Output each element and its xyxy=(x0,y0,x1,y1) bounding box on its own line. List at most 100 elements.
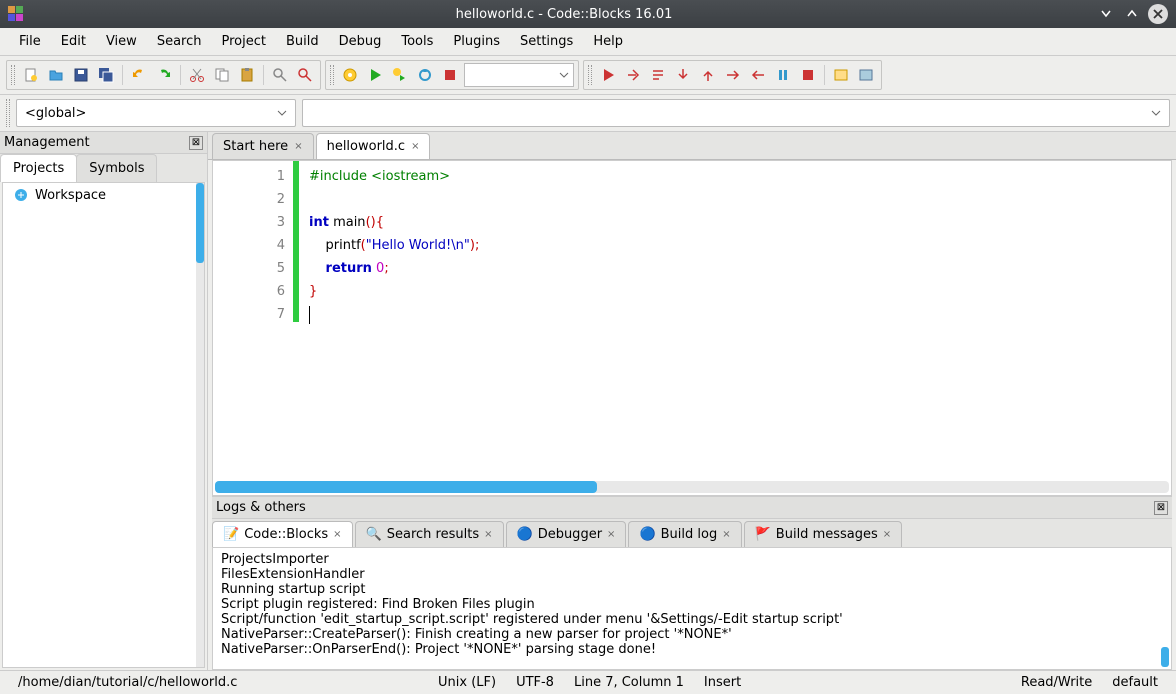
management-tabs: Projects Symbols xyxy=(0,154,207,182)
close-icon[interactable]: × xyxy=(333,529,341,540)
code-editor[interactable]: 1234567 #include <iostream>int main(){ p… xyxy=(212,160,1172,496)
editor-tab-helloworld[interactable]: helloworld.c× xyxy=(316,133,431,159)
log-line: ProjectsImporter xyxy=(221,552,1163,567)
management-close-button[interactable]: ⊠ xyxy=(189,136,203,150)
scope-dropdown-right[interactable] xyxy=(302,99,1170,127)
copy-button[interactable] xyxy=(211,64,233,86)
log-tab-codeblocks[interactable]: 📝Code::Blocks× xyxy=(212,521,353,547)
menu-plugins[interactable]: Plugins xyxy=(444,30,509,53)
toolbar-handle[interactable] xyxy=(11,65,15,85)
next-instruction-button[interactable] xyxy=(722,64,744,86)
menu-help[interactable]: Help xyxy=(584,30,632,53)
build-target-dropdown[interactable] xyxy=(464,63,574,87)
log-tab-debugger[interactable]: 🔵Debugger× xyxy=(506,521,627,547)
abort-button[interactable] xyxy=(439,64,461,86)
log-tab-build-messages[interactable]: 🚩Build messages× xyxy=(744,521,903,547)
search-icon: 🔍 xyxy=(366,527,382,542)
tree-root-workspace[interactable]: Workspace xyxy=(3,183,204,207)
toolbar-area xyxy=(0,56,1176,95)
menu-settings[interactable]: Settings xyxy=(511,30,582,53)
app-icon xyxy=(8,6,24,22)
debug-windows-button[interactable] xyxy=(830,64,852,86)
build-log-icon: 🔵 xyxy=(639,527,655,542)
menu-project[interactable]: Project xyxy=(212,30,274,53)
save-all-button[interactable] xyxy=(95,64,117,86)
close-icon[interactable]: × xyxy=(607,529,615,540)
log-content[interactable]: ProjectsImporterFilesExtensionHandlerRun… xyxy=(212,547,1172,670)
various-info-button[interactable] xyxy=(855,64,877,86)
menu-search[interactable]: Search xyxy=(148,30,211,53)
edit-icon: 📝 xyxy=(223,527,239,542)
log-line: NativeParser::OnParserEnd(): Project '*N… xyxy=(221,642,1163,657)
log-line: NativeParser::CreateParser(): Finish cre… xyxy=(221,627,1163,642)
log-line: Running startup script xyxy=(221,582,1163,597)
line-number-gutter: 1234567 xyxy=(213,161,293,479)
step-out-button[interactable] xyxy=(697,64,719,86)
toolbar-build-group xyxy=(325,60,579,90)
close-icon[interactable]: × xyxy=(883,529,891,540)
editor-area: Start here× helloworld.c× 1234567 #inclu… xyxy=(208,132,1176,670)
menu-edit[interactable]: Edit xyxy=(52,30,95,53)
editor-hscroll[interactable] xyxy=(215,481,1169,493)
toolbar-handle[interactable] xyxy=(6,99,10,127)
menu-tools[interactable]: Tools xyxy=(392,30,442,53)
menu-build[interactable]: Build xyxy=(277,30,328,53)
code-content[interactable]: #include <iostream>int main(){ printf("H… xyxy=(299,161,1171,479)
management-tab-projects[interactable]: Projects xyxy=(0,154,77,182)
status-position: Line 7, Column 1 xyxy=(564,675,694,690)
close-icon[interactable]: × xyxy=(411,141,419,152)
status-readwrite: Read/Write xyxy=(1011,675,1102,690)
find-replace-button[interactable] xyxy=(294,64,316,86)
close-icon[interactable]: × xyxy=(294,141,302,152)
run-button[interactable] xyxy=(364,64,386,86)
menu-view[interactable]: View xyxy=(97,30,146,53)
minimize-button[interactable] xyxy=(1096,4,1116,24)
logs-panel: Logs & others ⊠ 📝Code::Blocks× 🔍Search r… xyxy=(212,496,1172,670)
log-scrollbar[interactable] xyxy=(1161,647,1169,667)
management-scrollbar[interactable] xyxy=(196,183,204,667)
editor-tab-start-here[interactable]: Start here× xyxy=(212,133,314,159)
build-run-button[interactable] xyxy=(389,64,411,86)
open-file-button[interactable] xyxy=(45,64,67,86)
redo-button[interactable] xyxy=(153,64,175,86)
menu-file[interactable]: File xyxy=(10,30,50,53)
log-tab-build-log[interactable]: 🔵Build log× xyxy=(628,521,741,547)
close-icon[interactable]: × xyxy=(722,529,730,540)
scope-dropdown-left[interactable]: <global> xyxy=(16,99,296,127)
rebuild-button[interactable] xyxy=(414,64,436,86)
window-titlebar: helloworld.c - Code::Blocks 16.01 xyxy=(0,0,1176,28)
toolbar-handle[interactable] xyxy=(588,65,592,85)
management-panel: Management ⊠ Projects Symbols Workspace xyxy=(0,132,208,670)
find-button[interactable] xyxy=(269,64,291,86)
save-button[interactable] xyxy=(70,64,92,86)
toolbar-handle[interactable] xyxy=(330,65,334,85)
paste-button[interactable] xyxy=(236,64,258,86)
step-into-instruction-button[interactable] xyxy=(747,64,769,86)
management-tab-symbols[interactable]: Symbols xyxy=(76,154,157,182)
logs-close-button[interactable]: ⊠ xyxy=(1154,501,1168,515)
debug-start-button[interactable] xyxy=(597,64,619,86)
cut-button[interactable] xyxy=(186,64,208,86)
break-button[interactable] xyxy=(772,64,794,86)
main-area: Management ⊠ Projects Symbols Workspace … xyxy=(0,132,1176,670)
management-tree[interactable]: Workspace xyxy=(2,182,205,668)
scope-left-value: <global> xyxy=(25,106,86,121)
close-icon[interactable]: × xyxy=(484,529,492,540)
management-title: Management ⊠ xyxy=(0,132,207,154)
build-msg-icon: 🚩 xyxy=(755,527,771,542)
maximize-button[interactable] xyxy=(1122,4,1142,24)
next-line-button[interactable] xyxy=(647,64,669,86)
workspace-icon xyxy=(13,187,29,203)
undo-button[interactable] xyxy=(128,64,150,86)
step-into-button[interactable] xyxy=(672,64,694,86)
close-button[interactable] xyxy=(1148,4,1168,24)
stop-debug-button[interactable] xyxy=(797,64,819,86)
menu-debug[interactable]: Debug xyxy=(330,30,391,53)
toolbar-debug-group xyxy=(583,60,882,90)
status-filepath: /home/dian/tutorial/c/helloworld.c xyxy=(8,675,428,690)
new-file-button[interactable] xyxy=(20,64,42,86)
log-tab-search-results[interactable]: 🔍Search results× xyxy=(355,521,504,547)
status-insert-mode: Insert xyxy=(694,675,751,690)
build-button[interactable] xyxy=(339,64,361,86)
run-to-cursor-button[interactable] xyxy=(622,64,644,86)
